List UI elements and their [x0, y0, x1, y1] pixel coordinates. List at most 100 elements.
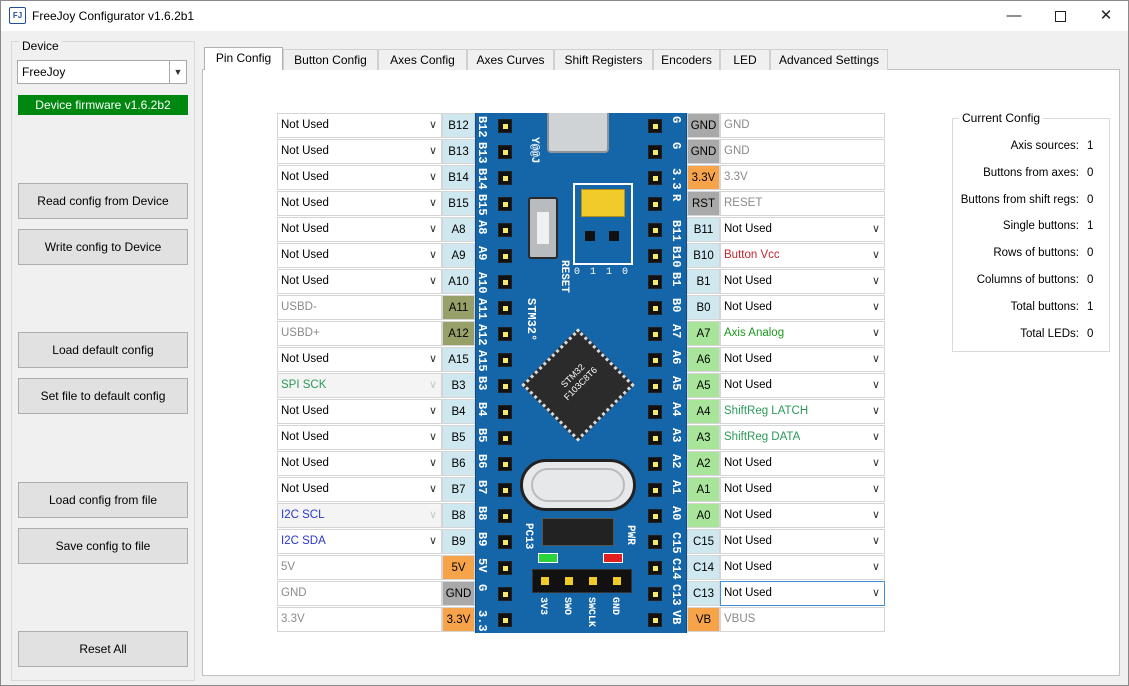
tab-axes-curves[interactable]: Axes Curves: [467, 49, 554, 70]
right-pin-16-select[interactable]: Not Used ∨: [720, 529, 885, 554]
tab-led[interactable]: LED: [720, 49, 770, 70]
reset-all-button[interactable]: Reset All: [18, 631, 188, 667]
silk-left_silk-14: B7: [475, 480, 489, 495]
pwr-label: PWR: [624, 525, 636, 545]
right-pin-15-select[interactable]: Not Used ∨: [720, 503, 885, 528]
chevron-down-icon: ∨: [871, 379, 881, 391]
tab-advanced-settings[interactable]: Advanced Settings: [770, 49, 888, 70]
header-pin-left_silk-18: [498, 587, 512, 601]
left-pin-6-value: Not Used: [281, 275, 329, 287]
left-pin-19-field: 3.3V: [277, 607, 442, 632]
silk-left_silk-8: A12: [475, 324, 489, 346]
header-pin-left_silk-19: [498, 613, 512, 627]
tab-pin-config[interactable]: Pin Config: [204, 47, 283, 70]
left-pin-2-select[interactable]: Not Used ∨: [277, 165, 442, 190]
device-group-label: Device: [19, 39, 62, 53]
right-pin-17-select[interactable]: Not Used ∨: [720, 555, 885, 580]
read-config-button[interactable]: Read config from Device: [18, 183, 188, 219]
close-icon: ✕: [1099, 7, 1113, 24]
left-pin-0-select[interactable]: Not Used ∨: [277, 113, 442, 138]
right-pin-13-select[interactable]: Not Used ∨: [720, 451, 885, 476]
load-default-config-button[interactable]: Load default config: [18, 332, 188, 368]
left-pin-16-label: B9: [442, 529, 475, 554]
header-pin-right_silk-7: [648, 301, 662, 315]
left-pin-14-value: Not Used: [281, 483, 329, 495]
right-pin-1-value: GND: [724, 145, 750, 157]
right-pin-9-select[interactable]: Not Used ∨: [720, 347, 885, 372]
right-pin-12-select[interactable]: ShiftReg DATA ∨: [720, 425, 885, 450]
left-pin-13-select[interactable]: Not Used ∨: [277, 451, 442, 476]
left-pin-2-value: Not Used: [281, 171, 329, 183]
right-pin-14-select[interactable]: Not Used ∨: [720, 477, 885, 502]
right-pin-1-field: GND: [720, 139, 885, 164]
chevron-down-icon: ∨: [428, 249, 438, 261]
silk-left_silk-6: A10: [475, 272, 489, 294]
save-config-file-button[interactable]: Save config to file: [18, 528, 188, 564]
device-select[interactable]: FreeJoy ▼: [17, 60, 187, 84]
left-pin-3-value: Not Used: [281, 197, 329, 209]
title-bar[interactable]: FJ FreeJoy Configurator v1.6.2b1 — ✕: [1, 1, 1128, 31]
close-button[interactable]: ✕: [1083, 1, 1129, 31]
load-config-file-button[interactable]: Load config from file: [18, 482, 188, 518]
left-pin-16-select[interactable]: I2C SDA ∨: [277, 529, 442, 554]
right-pin-13-label: A2: [687, 451, 720, 476]
left-pin-12-select[interactable]: Not Used ∨: [277, 425, 442, 450]
header-pin-left_silk-5: [498, 249, 512, 263]
right-pin-18-label: C13: [687, 581, 720, 606]
tab-shift-registers[interactable]: Shift Registers: [554, 49, 653, 70]
tab-axes-config[interactable]: Axes Config: [378, 49, 467, 70]
minimize-button[interactable]: —: [991, 1, 1037, 31]
right-pin-4-select[interactable]: Not Used ∨: [720, 217, 885, 242]
left-pin-0-label: B12: [442, 113, 475, 138]
swd-label-3v3: 3V3: [537, 597, 548, 616]
left-pin-5-select[interactable]: Not Used ∨: [277, 243, 442, 268]
firmware-status: Device firmware v1.6.2b2: [18, 95, 188, 115]
left-pin-8-label: A12: [442, 321, 475, 346]
maximize-icon: [1054, 10, 1066, 22]
silk-left_silk-7: A11: [475, 298, 489, 320]
right-pin-14-label: A1: [687, 477, 720, 502]
left-pin-9-select[interactable]: Not Used ∨: [277, 347, 442, 372]
header-pin-right_silk-18: [648, 587, 662, 601]
chevron-down-icon: ∨: [428, 119, 438, 131]
left-pin-6-select[interactable]: Not Used ∨: [277, 269, 442, 294]
write-config-button[interactable]: Write config to Device: [18, 229, 188, 265]
silk-left_silk-9: A15: [475, 350, 489, 372]
left-pin-19-value: 3.3V: [281, 613, 305, 625]
brand-label: Y@@J: [528, 137, 540, 164]
left-pin-16-value: I2C SDA: [281, 535, 326, 547]
right-pin-7-select[interactable]: Not Used ∨: [720, 295, 885, 320]
silk-right_silk-17: C14: [669, 558, 683, 580]
chevron-down-icon: ∨: [871, 223, 881, 235]
tab-button-config[interactable]: Button Config: [283, 49, 378, 70]
chevron-down-icon: ∨: [428, 171, 438, 183]
right-pin-18-select[interactable]: Not Used ∨: [720, 581, 885, 606]
header-pin-right_silk-12: [648, 431, 662, 445]
left-pin-14-select[interactable]: Not Used ∨: [277, 477, 442, 502]
config-row-value: 1: [1087, 220, 1094, 233]
maximize-button[interactable]: [1037, 1, 1083, 31]
right-pin-8-label: A7: [687, 321, 720, 346]
current-config-group: [952, 118, 1110, 352]
header-pin-right_silk-8: [648, 327, 662, 341]
left-pin-11-select[interactable]: Not Used ∨: [277, 399, 442, 424]
right-pin-5-select[interactable]: Button Vcc ∨: [720, 243, 885, 268]
right-pin-11-select[interactable]: ShiftReg LATCH ∨: [720, 399, 885, 424]
set-default-config-button[interactable]: Set file to default config: [18, 378, 188, 414]
header-pin-left_silk-11: [498, 405, 512, 419]
silk-right_silk-10: A5: [669, 376, 683, 391]
right-pin-8-select[interactable]: Axis Analog ∨: [720, 321, 885, 346]
chevron-down-icon: ∨: [871, 405, 881, 417]
right-pin-10-select[interactable]: Not Used ∨: [720, 373, 885, 398]
silk-left_silk-18: G: [475, 584, 489, 592]
left-pin-1-select[interactable]: Not Used ∨: [277, 139, 442, 164]
left-pin-3-select[interactable]: Not Used ∨: [277, 191, 442, 216]
tab-encoders[interactable]: Encoders: [653, 49, 720, 70]
config-row-value: 0: [1087, 166, 1094, 179]
chevron-down-icon: ∨: [428, 275, 438, 287]
right-pin-6-select[interactable]: Not Used ∨: [720, 269, 885, 294]
chevron-down-icon: ∨: [428, 483, 438, 495]
left-pin-4-select[interactable]: Not Used ∨: [277, 217, 442, 242]
header-pin-left_silk-13: [498, 457, 512, 471]
silk-right_silk-5: B10: [669, 246, 683, 268]
